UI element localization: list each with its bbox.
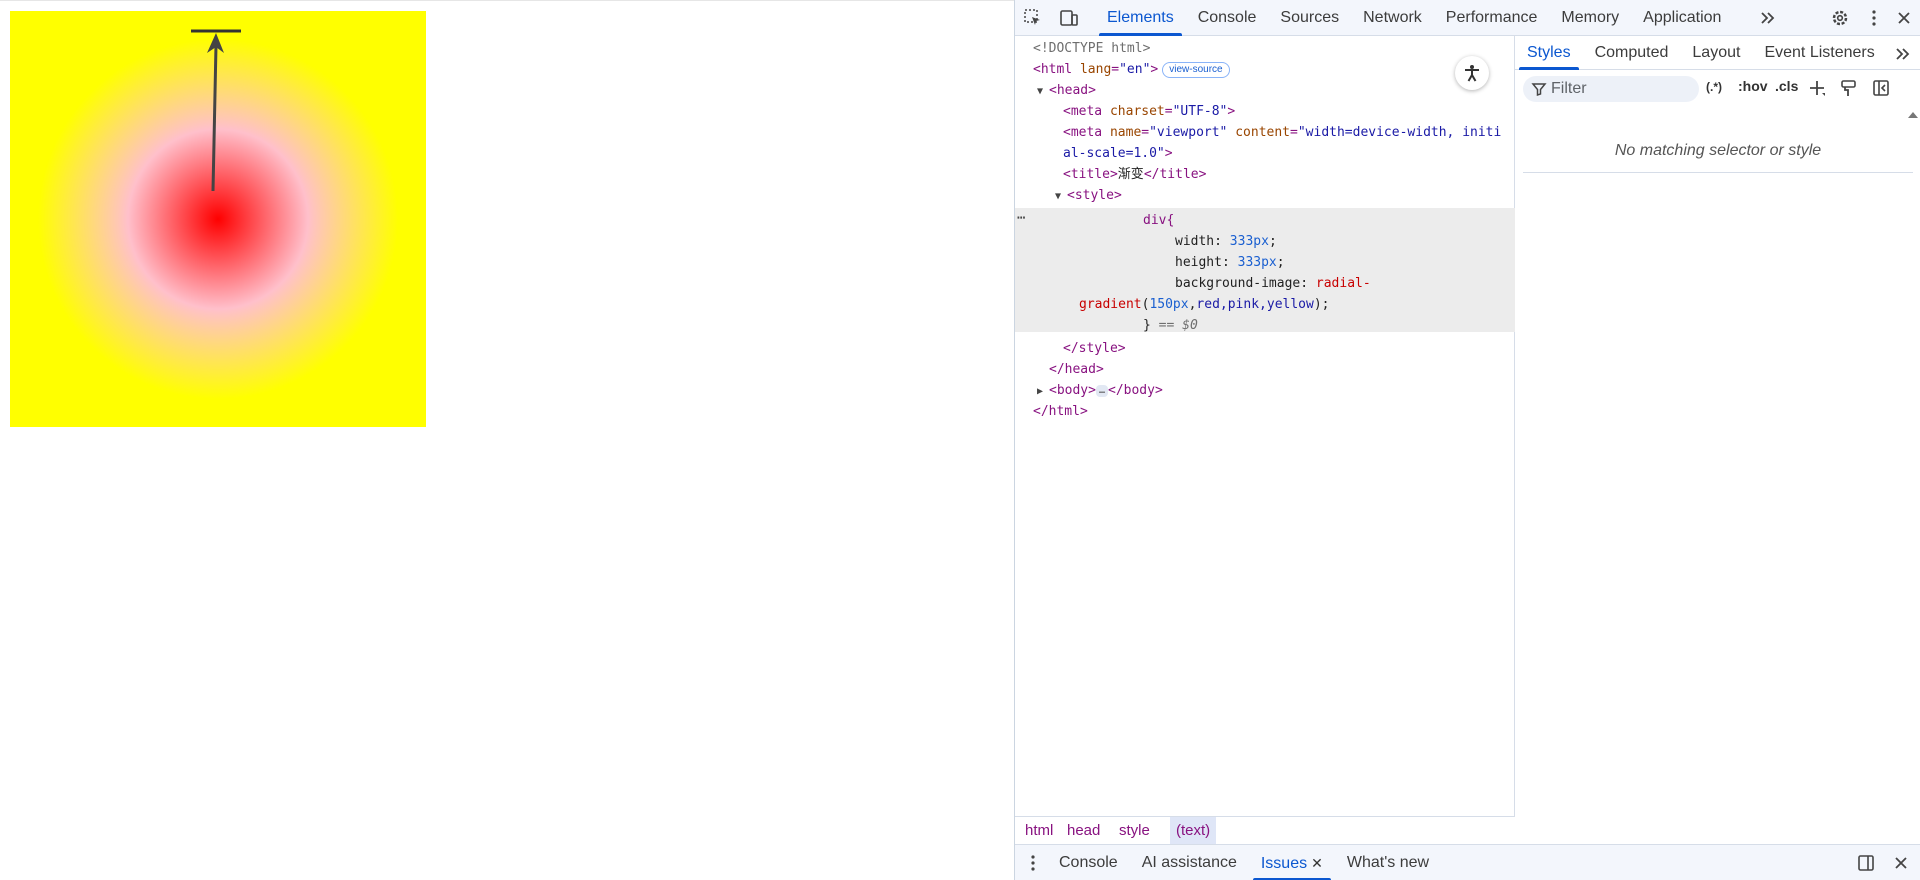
styles-tab-bar: Styles Computed Layout Event Listeners [1515,36,1920,70]
styles-scrollbar[interactable] [1905,108,1920,878]
css-selector-line[interactable]: div{ [1143,210,1174,231]
dom-html-open[interactable]: <html lang="en"> view-source [1033,59,1230,80]
tab-event-listeners[interactable]: Event Listeners [1752,36,1886,70]
filter-field[interactable] [1523,76,1699,102]
dom-html-close[interactable]: </html> [1033,401,1088,422]
dom-style-open[interactable]: ▼ <style> [1055,185,1122,206]
view-source-badge[interactable]: view-source [1162,61,1230,78]
hov-toggle[interactable]: :hov [1738,78,1768,94]
css-bg-line-wrap: gradient(150px,red,pink,yellow); [1079,297,1330,312]
drawer-tab-ai-assistance[interactable]: AI assistance [1130,845,1249,880]
tab-performance[interactable]: Performance [1434,0,1550,36]
divider [1523,172,1913,173]
css-close-line: } == $0 [1143,318,1198,333]
kebab-menu-icon[interactable] [1862,6,1886,30]
dom-title[interactable]: <title>渐变</title> [1063,164,1206,185]
drawer-tab-whats-new[interactable]: What's new [1335,845,1441,880]
dom-body[interactable]: ▶ <body>… </body> [1037,380,1163,401]
settings-gear-icon[interactable] [1828,6,1852,30]
close-devtools-icon[interactable] [1892,6,1916,30]
dom-head-open[interactable]: ▼ <head> [1037,80,1096,101]
drawer-menu-icon[interactable] [1021,851,1045,875]
tab-application[interactable]: Application [1631,0,1733,36]
styles-sidebar: Styles Computed Layout Event Listeners (… [1515,36,1920,874]
tab-elements[interactable]: Elements [1095,0,1186,36]
tab-memory[interactable]: Memory [1549,0,1631,36]
dom-meta-viewport[interactable]: <meta name="viewport" content="width=dev… [1063,122,1501,143]
dom-style-close[interactable]: </style> [1063,338,1126,359]
device-toolbar-icon[interactable] [1057,6,1081,30]
drawer-tab-issues[interactable]: Issues ✕ [1249,845,1335,880]
accessibility-tree-button[interactable] [1455,56,1489,90]
devtools-main-toolbar: Elements Console Sources Network Perform… [1015,0,1920,36]
annotation-arrow [191,29,241,192]
close-drawer-icon[interactable] [1889,851,1913,875]
tab-layout[interactable]: Layout [1680,36,1752,70]
breadcrumb-style[interactable]: style [1113,817,1156,845]
page-viewport [0,0,1014,880]
drawer-tab-console[interactable]: Console [1047,845,1130,880]
close-tab-icon[interactable]: ✕ [1311,855,1323,871]
css-bg-line: background-image: radial- [1175,276,1371,291]
tab-network[interactable]: Network [1351,0,1434,36]
devtools-panel: Elements Console Sources Network Perform… [1014,0,1920,880]
dom-head-close[interactable]: </head> [1049,359,1104,380]
tab-computed[interactable]: Computed [1583,36,1681,70]
breadcrumb: html head style (text) [1015,816,1515,845]
css-height-line: height: 333px; [1175,255,1285,270]
inspect-element-icon[interactable] [1021,6,1045,30]
dom-meta-viewport-wrap: al-scale=1.0"> [1063,146,1173,161]
drawer-tab-bar: Console AI assistance Issues ✕ What's new [1047,845,1441,880]
dom-meta-charset[interactable]: <meta charset="UTF-8"> [1063,101,1235,122]
accessibility-icon [1465,65,1479,82]
more-styles-tabs-chevron-icon[interactable] [1891,42,1915,66]
main-tab-bar: Elements Console Sources Network Perform… [1095,0,1733,36]
body-ellipsis-badge[interactable]: … [1095,384,1108,397]
collapse-triangle-icon[interactable]: ▼ [1037,81,1049,102]
more-tabs-chevron-icon[interactable] [1756,6,1780,30]
no-matching-style-message: No matching selector or style [1614,142,1822,159]
devtools-drawer-tabbar: Console AI assistance Issues ✕ What's new [1015,844,1920,880]
collapse-triangle-icon[interactable]: ▼ [1055,186,1067,207]
breadcrumb-text[interactable]: (text) [1170,817,1217,845]
dock-side-icon[interactable] [1854,851,1878,875]
dom-doctype[interactable]: <!DOCTYPE html> [1033,38,1150,59]
elements-dom-tree: ⋯ <!DOCTYPE html> <html lang="en"> view-s… [1015,36,1515,816]
breadcrumb-html[interactable]: html [1019,817,1059,845]
tab-console[interactable]: Console [1186,0,1269,36]
node-actions-ellipsis-icon[interactable]: ⋯ [1017,210,1025,226]
filter-input[interactable] [1551,80,1691,98]
filter-funnel-icon [1531,83,1547,97]
tab-sources[interactable]: Sources [1268,0,1351,36]
regex-toggle[interactable]: (.*) [1706,80,1722,94]
cls-toggle[interactable]: .cls [1775,78,1798,94]
css-width-line: width: 333px; [1175,234,1277,249]
tab-styles[interactable]: Styles [1515,36,1583,70]
breadcrumb-head[interactable]: head [1061,817,1106,845]
styles-filter-bar: (.*) :hov .cls [1523,72,1913,106]
new-style-rule-plus-icon[interactable] [1805,76,1829,100]
paint-brush-icon[interactable] [1837,76,1861,100]
toggle-sidebar-icon[interactable] [1869,76,1893,100]
expand-triangle-icon[interactable]: ▶ [1037,381,1049,402]
